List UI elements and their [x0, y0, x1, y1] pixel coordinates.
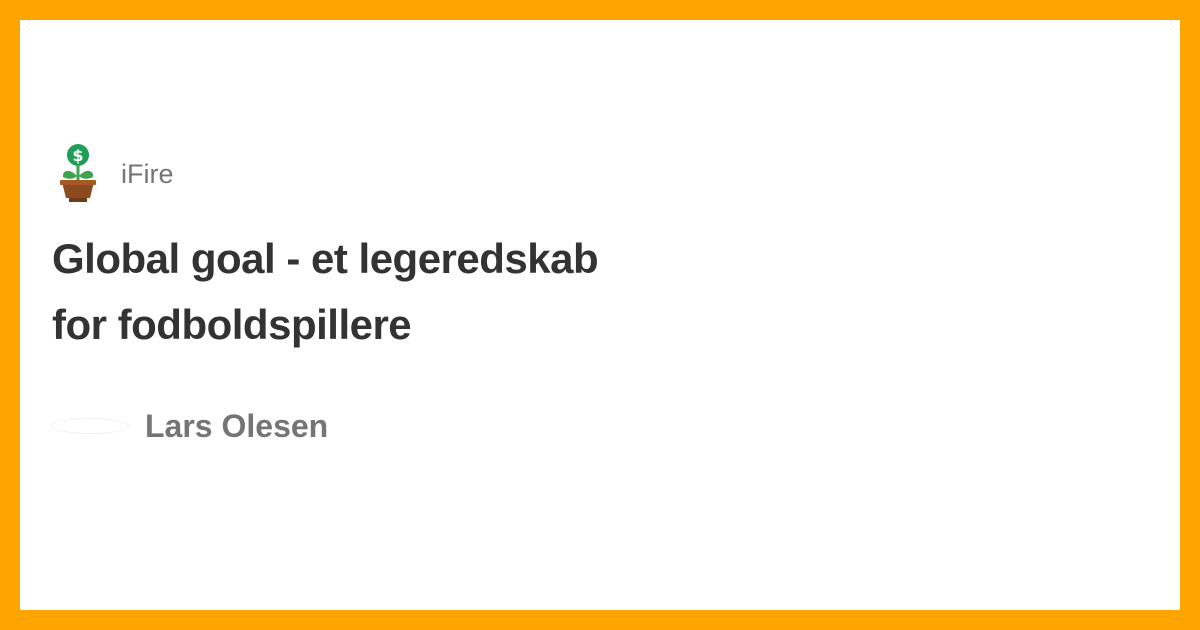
publication-header[interactable]: $ iFire — [52, 144, 174, 204]
author-byline[interactable]: Lars Olesen — [52, 404, 328, 448]
social-card-frame: $ iFire Global goal - et legeredskab for… — [0, 0, 1200, 630]
author-name: Lars Olesen — [145, 408, 329, 444]
money-plant-icon: $ — [60, 144, 96, 202]
svg-text:$: $ — [72, 146, 83, 165]
publication-name: iFire — [121, 158, 174, 189]
social-card: $ iFire Global goal - et legeredskab for… — [20, 20, 1180, 610]
author-avatar — [52, 419, 128, 433]
article-title[interactable]: Global goal - et legeredskab for fodbold… — [52, 226, 652, 358]
